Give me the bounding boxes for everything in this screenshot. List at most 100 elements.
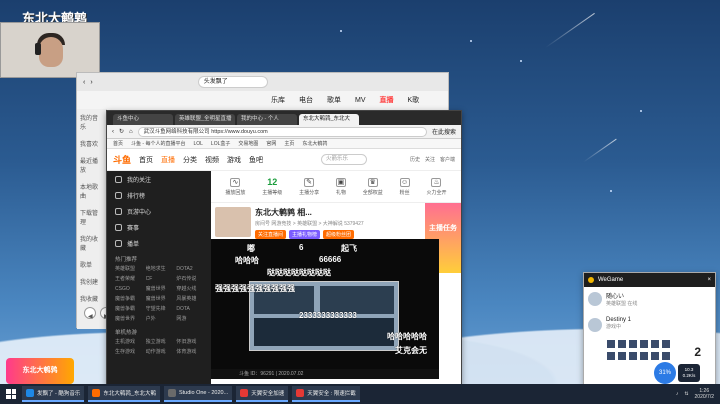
game-link[interactable]: 守望先锋	[146, 305, 173, 314]
game-link[interactable]: 网游	[176, 315, 203, 324]
video-player[interactable]: 嘟 6 起飞 哈哈哈 66666 哒哒哒哒哒哒哒哒 强强强强强强强强强强 233…	[211, 239, 439, 379]
browser-tab-active[interactable]: 东北大鹌鹑_东北大	[299, 114, 359, 125]
music-nav-item[interactable]: MV	[355, 97, 366, 104]
gift-rank-button[interactable]: 主播礼物榜	[289, 230, 321, 239]
taskbar-app[interactable]: 天翼安全加速	[236, 386, 289, 402]
game-link[interactable]: 动作游戏	[146, 348, 173, 357]
forward-icon[interactable]: ›	[90, 79, 92, 86]
left-nav-item[interactable]: 页游中心	[107, 203, 211, 219]
game-link[interactable]: 主机游戏	[115, 338, 142, 347]
bookmark[interactable]: LOL	[193, 139, 202, 148]
volume-icon[interactable]: ♪	[676, 391, 679, 397]
music-sidebar-item[interactable]: 下载管理	[77, 204, 106, 230]
site-logo[interactable]: 斗鱼	[113, 153, 131, 166]
network-icon[interactable]: ⇅	[684, 391, 688, 397]
back-icon[interactable]: ‹	[112, 129, 114, 135]
left-nav-item[interactable]: 赛事	[107, 219, 211, 235]
follow-room-button[interactable]: 关注直播间	[255, 230, 287, 239]
game-link[interactable]: 户外	[146, 315, 173, 324]
streamer-avatar[interactable]	[215, 207, 251, 237]
music-sidebar-item[interactable]: 我的收藏	[77, 230, 106, 256]
taskbar-app[interactable]: 发飘了 - 酷狗音乐	[22, 386, 85, 402]
taskbar-app[interactable]: 东北大鹌鹑_东北大鹌	[88, 386, 160, 402]
game-link[interactable]: 绝地求生	[146, 265, 173, 274]
game-link[interactable]: 怀旧游戏	[176, 338, 203, 347]
game-link[interactable]: 穿越火线	[176, 285, 203, 294]
left-nav-item[interactable]: 排行榜	[107, 187, 211, 203]
music-sidebar-item[interactable]: 我创建	[77, 273, 106, 290]
game-link[interactable]: 英雄联盟	[115, 265, 142, 274]
site-search-input[interactable]: 火箭乐乐	[321, 154, 368, 165]
music-nav-item[interactable]: 歌单	[327, 95, 341, 105]
music-search-input[interactable]: 头发飘了	[197, 76, 268, 88]
refresh-icon[interactable]: ↻	[119, 128, 124, 135]
follow-icon[interactable]: 关注	[425, 156, 435, 163]
browser-tab[interactable]: 英雄联盟_全明星直播	[175, 114, 235, 125]
bookmark[interactable]: 交易地图	[238, 139, 258, 148]
game-link[interactable]: 魔兽争霸	[115, 305, 142, 314]
bookmark[interactable]: 主页	[284, 139, 294, 148]
tool-share[interactable]: ✎ 主播分享	[299, 177, 319, 196]
game-link[interactable]: 风暴英雄	[176, 295, 203, 304]
clock[interactable]: 1:26 2020/7/2	[695, 388, 714, 400]
music-sidebar-item[interactable]: 我喜欢	[77, 135, 106, 152]
left-nav-item[interactable]: 我的关注	[107, 171, 211, 187]
game-link[interactable]: 独立游戏	[146, 338, 173, 347]
back-icon[interactable]: ‹	[83, 79, 85, 86]
close-icon[interactable]: ×	[707, 273, 711, 287]
site-nav-item-active[interactable]: 直播	[161, 155, 175, 165]
game-link[interactable]: DOTA	[176, 305, 203, 314]
game-link[interactable]: DOTA2	[176, 265, 203, 274]
game-link[interactable]: 魔兽争霸	[115, 295, 142, 304]
bookmark[interactable]: 官网	[266, 139, 276, 148]
left-nav-item[interactable]: 播单	[107, 235, 211, 251]
home-icon[interactable]: ⌂	[129, 129, 133, 135]
tool-fire[interactable]: ♨ 火力全开	[426, 177, 446, 196]
browser-tab[interactable]: 我的中心 - 个人	[237, 114, 297, 125]
windows-start-icon[interactable]	[4, 387, 18, 401]
friend-row[interactable]: 随心い 英雄联盟 在线	[584, 287, 715, 313]
tool-level[interactable]: 12 主播等级	[262, 177, 282, 196]
game-link[interactable]: 炉石传说	[176, 275, 203, 284]
browser-tab[interactable]: 斗鱼中心	[113, 114, 173, 125]
bookmark[interactable]: 首页	[113, 139, 123, 148]
music-sidebar-item[interactable]: 最近播放	[77, 152, 106, 178]
tool-fans[interactable]: ☺ 粉丝	[399, 177, 410, 196]
music-nav-item-active[interactable]: 直播	[380, 95, 394, 105]
game-link[interactable]: 体育游戏	[176, 348, 203, 357]
music-sidebar-item[interactable]: 本地歌曲	[77, 178, 106, 204]
music-sidebar-item[interactable]: 我的音乐	[77, 109, 106, 135]
site-nav-item[interactable]: 首页	[139, 155, 153, 165]
browser-search[interactable]: 在此搜索	[432, 127, 456, 136]
fan-club-button[interactable]: 超级粉丝团	[323, 230, 355, 239]
previous-icon[interactable]: ◀	[84, 307, 96, 320]
site-nav-item[interactable]: 视频	[205, 155, 219, 165]
bookmark[interactable]: 斗鱼 - 每个人的直播平台	[131, 139, 185, 148]
music-nav-item[interactable]: 乐库	[271, 95, 285, 105]
music-nav-item[interactable]: K歌	[408, 95, 420, 105]
game-link[interactable]: CF	[146, 275, 173, 284]
music-sidebar-item[interactable]: 歌单	[77, 256, 106, 273]
taskbar-app[interactable]: 天翼安全 : 限速拦截	[292, 386, 360, 402]
tool-rights[interactable]: ♛ 全部权益	[363, 177, 383, 196]
bookmark[interactable]: 东北大鹌鹑	[302, 139, 327, 148]
url-input[interactable]: 武汉斗鱼网络科技有限公司 https://www.douyu.com	[137, 126, 427, 137]
tool-replay[interactable]: ∿ 播放回放	[225, 177, 245, 196]
bookmark[interactable]: LOL盒子	[211, 139, 230, 148]
site-nav-item[interactable]: 鱼吧	[249, 155, 263, 165]
game-link[interactable]: 魔兽世界	[146, 295, 173, 304]
friend-row[interactable]: Destiny 1 游戏中	[584, 313, 715, 339]
site-nav-item[interactable]: 游戏	[227, 155, 241, 165]
client-icon[interactable]: 客户端	[440, 156, 455, 163]
browser-window[interactable]: 斗鱼中心 英雄联盟_全明星直播 我的中心 - 个人 东北大鹌鹑_东北大 ‹ ↻ …	[106, 110, 462, 387]
game-link[interactable]: 魔兽世界	[146, 285, 173, 294]
game-link[interactable]: 魔兽世界	[115, 315, 142, 324]
game-link[interactable]: 王者荣耀	[115, 275, 142, 284]
music-nav-item[interactable]: 电台	[299, 95, 313, 105]
game-link[interactable]: CSGO	[115, 285, 142, 294]
tool-gift[interactable]: ▣ 礼物	[335, 177, 346, 196]
game-link[interactable]: 生存游戏	[115, 348, 142, 357]
site-nav-item[interactable]: 分类	[183, 155, 197, 165]
history-icon[interactable]: 历史	[410, 156, 420, 163]
taskbar-app[interactable]: Studio One - 2020...	[163, 386, 233, 402]
